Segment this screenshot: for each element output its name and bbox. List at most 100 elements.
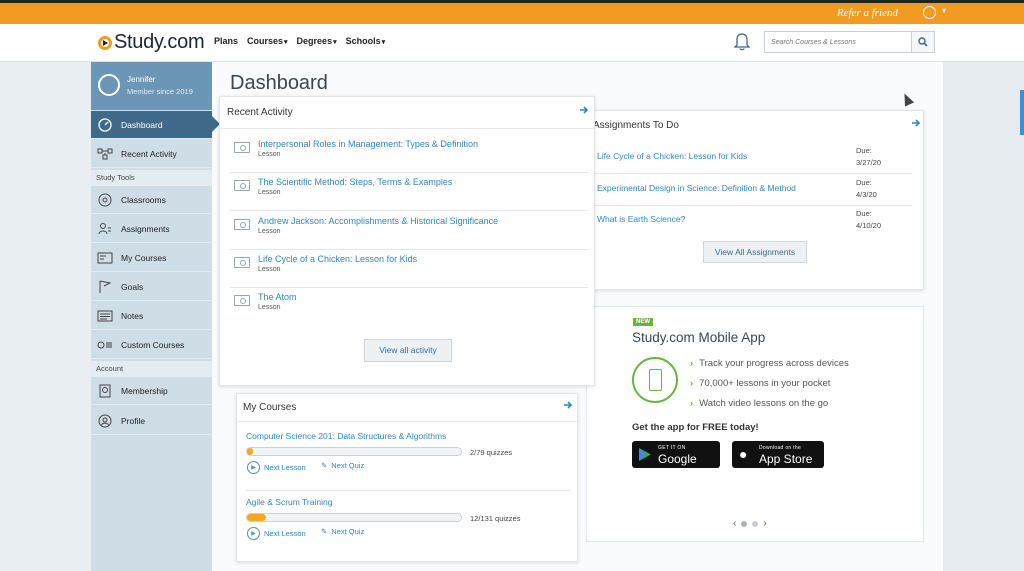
- assignment-row[interactable]: What is Earth Science? Due: 4/10/20: [594, 206, 912, 237]
- sidebar-item-recent-activity[interactable]: Recent Activity: [91, 140, 212, 168]
- phone-icon: [632, 357, 678, 403]
- custom-courses-icon: [97, 337, 113, 353]
- activity-icon: [97, 146, 113, 162]
- avatar-icon: [98, 74, 120, 96]
- user-name: Jennifer: [127, 75, 156, 84]
- assignment-row[interactable]: Experimental Design in Science: Definiti…: [594, 175, 912, 206]
- sidebar-item-profile[interactable]: Profile: [91, 407, 212, 435]
- activity-item[interactable]: The Scientific Method: Steps, Terms & Ex…: [230, 173, 588, 211]
- goals-icon: [97, 279, 113, 295]
- nav-courses[interactable]: Courses▾: [247, 36, 288, 46]
- google-play-icon: [639, 448, 651, 461]
- sidebar-item-assignments[interactable]: Assignments: [91, 215, 212, 243]
- my-courses-card: My Courses Computer Science 201: Data St…: [236, 393, 579, 562]
- quiz-count: 2/79 quizzes: [470, 448, 513, 457]
- course-progress-bar: [246, 447, 462, 456]
- course-title-link[interactable]: Computer Science 201: Data Structures & …: [246, 431, 446, 441]
- progress-fill: [247, 448, 254, 455]
- recent-activity-title: Recent Activity: [227, 107, 293, 118]
- carousel-dot[interactable]: [752, 520, 759, 527]
- play-icon: ▶: [247, 527, 260, 540]
- next-quiz-link[interactable]: ✎ Next Quiz: [321, 461, 364, 470]
- nav-links: Plans Courses▾ Degrees▾ Schools▾: [214, 36, 385, 46]
- pencil-icon: ✎: [321, 461, 328, 470]
- sidebar-item-goals[interactable]: Goals: [91, 273, 212, 301]
- quiz-count: 12/131 quizzes: [470, 514, 521, 523]
- chevron-right-icon[interactable]: ›: [763, 518, 766, 529]
- sidebar-item-dashboard[interactable]: Dashboard: [91, 111, 212, 139]
- arrow-right-icon[interactable]: [563, 400, 573, 410]
- scroll-accent[interactable]: [1020, 90, 1024, 135]
- search-button[interactable]: [911, 31, 935, 53]
- carousel-dot[interactable]: [741, 520, 748, 527]
- my-courses-title: My Courses: [243, 402, 297, 413]
- app-store-button[interactable]: ● Download on the App Store: [732, 441, 824, 468]
- get-app-text: Get the app for FREE today!: [632, 422, 759, 433]
- progress-fill: [247, 514, 267, 521]
- arrow-right-icon[interactable]: [579, 105, 589, 115]
- account-icon[interactable]: [923, 6, 936, 19]
- sidebar-user-panel[interactable]: Jennifer Member since 2019: [91, 62, 212, 110]
- lesson-video-icon: [234, 142, 250, 153]
- sidebar-item-membership[interactable]: Membership: [91, 377, 212, 405]
- study-logo[interactable]: Study.com: [98, 31, 205, 54]
- next-lesson-link[interactable]: ▶ Next Lesson: [247, 461, 306, 474]
- activity-item[interactable]: Life Cycle of a Chicken: Lesson for Kids…: [230, 250, 588, 288]
- assignments-title: Assignments To Do: [593, 120, 679, 131]
- lesson-video-icon: [234, 295, 250, 306]
- sidebar-item-custom-courses[interactable]: Custom Courses: [91, 331, 212, 359]
- sidebar-item-classrooms[interactable]: Classrooms: [91, 186, 212, 214]
- courses-icon: [97, 250, 113, 266]
- activity-item[interactable]: Andrew Jackson: Accomplishments & Histor…: [230, 212, 588, 250]
- app-feature: › 70,000+ lessons in your pocket: [690, 378, 831, 389]
- page-title: Dashboard: [230, 72, 328, 94]
- chevron-down-icon: ▾: [284, 39, 288, 46]
- sidebar-item-my-courses[interactable]: My Courses: [91, 244, 212, 272]
- logo-text: Study.com: [114, 31, 205, 53]
- study-tools-header: Study Tools: [91, 170, 212, 186]
- nav-degrees[interactable]: Degrees▾: [297, 36, 337, 46]
- google-play-button[interactable]: GET IT ON Google Play: [632, 441, 720, 480]
- view-all-assignments-button[interactable]: View All Assignments: [703, 241, 807, 263]
- course-title-link[interactable]: Agile & Scrum Training: [246, 497, 332, 507]
- next-quiz-link[interactable]: ✎ Next Quiz: [321, 527, 364, 536]
- app-feature: › Watch video lessons on the go: [690, 398, 829, 409]
- nav-schools[interactable]: Schools▾: [346, 36, 386, 46]
- activity-item[interactable]: The Atom Lesson: [230, 288, 588, 326]
- search-icon: [918, 37, 928, 47]
- arrow-right-icon[interactable]: [911, 118, 921, 128]
- activity-item[interactable]: Interpersonal Roles in Management: Types…: [230, 135, 588, 173]
- assignment-row[interactable]: Life Cycle of a Chicken: Lesson for Kids…: [594, 143, 912, 174]
- new-badge: NEW: [633, 318, 653, 326]
- mobile-app-title: Study.com Mobile App: [632, 330, 766, 345]
- divider: [246, 490, 570, 491]
- play-icon: ▶: [247, 461, 260, 474]
- profile-icon: [97, 413, 113, 429]
- account-caret-icon[interactable]: ▾: [942, 6, 946, 15]
- membership-icon: [97, 383, 113, 399]
- chevron-left-icon[interactable]: ‹: [733, 518, 736, 529]
- right-background: [943, 62, 1024, 571]
- main-navbar: Study.com Plans Courses▾ Degrees▾ School…: [0, 24, 1024, 62]
- chevron-down-icon: ▾: [333, 39, 337, 46]
- dashboard-icon: [97, 117, 113, 133]
- recent-activity-card: Recent Activity Interpersonal Roles in M…: [219, 96, 596, 386]
- sidebar: Jennifer Member since 2019 Dashboard Rec…: [91, 62, 212, 571]
- classrooms-icon: [97, 192, 113, 208]
- member-since: Member since 2019: [127, 87, 193, 96]
- carousel-nav: ‹ ›: [733, 518, 767, 529]
- app-feature: › Track your progress across devices: [690, 358, 849, 369]
- next-lesson-link[interactable]: ▶ Next Lesson: [247, 527, 306, 540]
- nav-plans[interactable]: Plans: [214, 36, 238, 46]
- sidebar-item-notes[interactable]: Notes: [91, 302, 212, 330]
- notes-icon: [97, 308, 113, 324]
- search-input[interactable]: [764, 31, 912, 53]
- logo-play-icon: [98, 35, 112, 50]
- bell-icon[interactable]: [734, 32, 750, 52]
- divider: [220, 128, 596, 129]
- lesson-video-icon: [234, 257, 250, 268]
- account-header: Account: [91, 361, 212, 377]
- view-all-activity-button[interactable]: View all activity: [364, 339, 452, 362]
- lesson-video-icon: [234, 219, 250, 230]
- refer-a-friend-link[interactable]: Refer a friend: [837, 3, 898, 24]
